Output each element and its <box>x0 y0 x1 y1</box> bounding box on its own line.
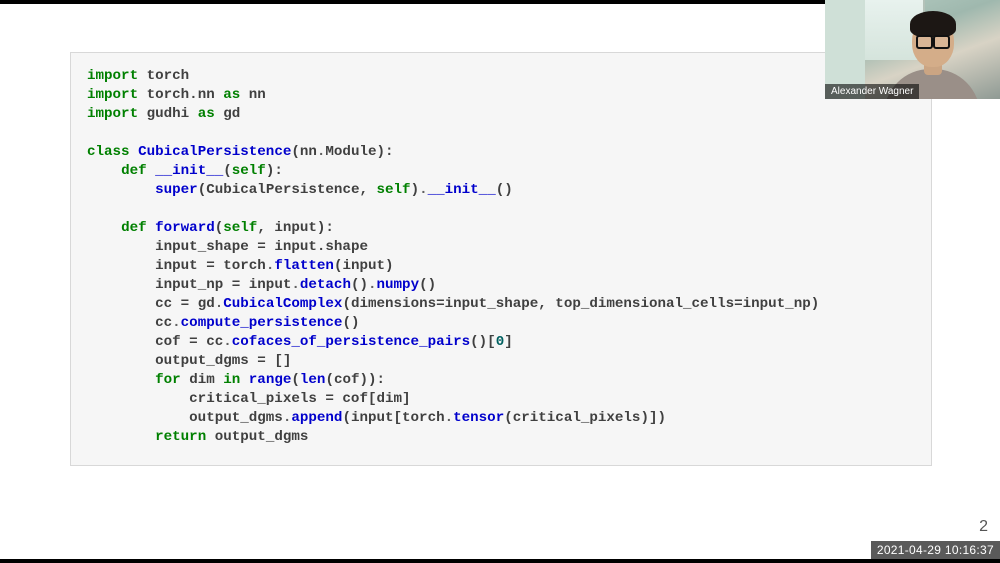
cof-l: cof = cc <box>155 334 223 350</box>
fn-flatten: flatten <box>274 258 334 274</box>
flatten-r: (input) <box>334 258 394 274</box>
fn-numpy: numpy <box>377 277 420 293</box>
fn-range: range <box>249 372 292 388</box>
fn-append: append <box>291 410 342 426</box>
append-l: output_dgms <box>189 410 283 426</box>
cc-args: (dimensions=input_shape, top_dimensional… <box>342 296 819 312</box>
fn-init: __init__ <box>155 163 223 179</box>
alias-gd: gd <box>223 106 240 122</box>
cc-cls: CubicalComplex <box>223 296 342 312</box>
kw-as: as <box>223 87 240 103</box>
self-kw: self <box>223 220 257 236</box>
return-val: output_dgms <box>215 429 309 445</box>
fn-init-call: __init__ <box>428 182 496 198</box>
kw-for: for <box>155 372 181 388</box>
kw-def: def <box>121 220 147 236</box>
presenter-webcam: Alexander Wagner <box>825 0 1000 99</box>
base-cls: Module <box>325 144 376 160</box>
cc-compute-l: cc <box>155 315 172 331</box>
super-cls: CubicalPersistence <box>206 182 359 198</box>
self-kw: self <box>377 182 411 198</box>
kw-return: return <box>155 429 206 445</box>
line-shape: input_shape = input.shape <box>155 239 368 255</box>
kw-import: import <box>87 87 138 103</box>
code-block: import torch import torch.nn as nn impor… <box>70 52 932 466</box>
presenter-name-tag: Alexander Wagner <box>825 84 919 99</box>
alias-nn: nn <box>249 87 266 103</box>
fn-forward: forward <box>155 220 215 236</box>
fn-tensor: tensor <box>453 410 504 426</box>
fn-detach: detach <box>300 277 351 293</box>
append-inner-l: (input[torch <box>342 410 444 426</box>
fn-compute-persistence: compute_persistence <box>181 315 343 331</box>
append-inner-r: (critical_pixels)]) <box>504 410 666 426</box>
mod-torchnn: torch.nn <box>147 87 215 103</box>
fn-cofaces: cofaces_of_persistence_pairs <box>232 334 470 350</box>
mod-torch: torch <box>147 68 190 84</box>
kw-as: as <box>198 106 215 122</box>
recording-timestamp: 2021-04-29 10:16:37 <box>871 541 1000 559</box>
range-arg: cof <box>334 372 360 388</box>
mod-gudhi: gudhi <box>147 106 190 122</box>
cof-idx: 0 <box>496 334 505 350</box>
cc-l: cc = gd <box>155 296 215 312</box>
flatten-l: input = torch <box>155 258 266 274</box>
kw-def: def <box>121 163 147 179</box>
crit-line: critical_pixels = cof[dim] <box>189 391 410 407</box>
out-init: output_dgms = [] <box>155 353 291 369</box>
kw-import: import <box>87 68 138 84</box>
base-ns: nn <box>300 144 317 160</box>
kw-in: in <box>223 372 240 388</box>
param-input: input <box>274 220 317 236</box>
page-number: 2 <box>979 518 988 536</box>
kw-import: import <box>87 106 138 122</box>
fn-super: super <box>155 182 198 198</box>
loop-var: dim <box>189 372 215 388</box>
kw-class: class <box>87 144 130 160</box>
fn-len: len <box>300 372 326 388</box>
class-name: CubicalPersistence <box>138 144 291 160</box>
detach-l: input_np = input <box>155 277 291 293</box>
self-kw: self <box>232 163 266 179</box>
